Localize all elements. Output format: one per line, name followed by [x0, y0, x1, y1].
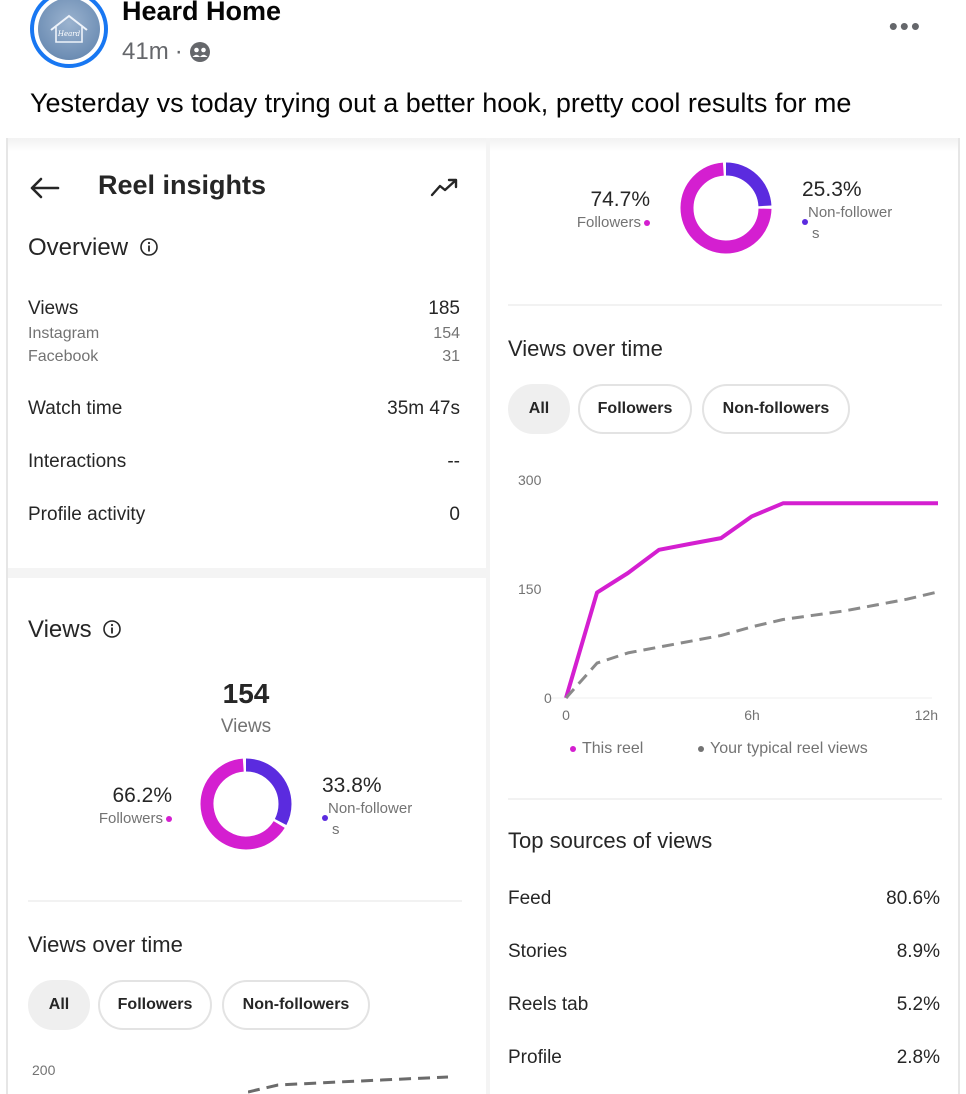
- series-line-typical: [564, 590, 939, 699]
- watch-time-value: 35m 47s: [387, 398, 460, 419]
- source-stories-value: 8.9%: [896, 941, 940, 962]
- house-logo-icon: Heard: [38, 0, 100, 60]
- facebook-label: Facebook: [28, 348, 99, 365]
- filter-non-followers-right[interactable]: Non-followers: [702, 384, 850, 434]
- source-profile-value: 2.8%: [896, 1047, 940, 1068]
- views-label: Views: [28, 298, 79, 319]
- section-divider: [8, 568, 486, 578]
- instagram-label: Instagram: [28, 325, 100, 342]
- interactions-value: --: [447, 451, 460, 472]
- source-profile-label: Profile: [508, 1047, 562, 1068]
- followers-dot: [166, 816, 172, 823]
- info-icon[interactable]: [139, 237, 159, 257]
- followers-legend: Followers: [68, 810, 172, 827]
- chart-legend-typical: Your typical reel views: [698, 740, 868, 758]
- source-reels-tab-label: Reels tab: [508, 994, 589, 1015]
- profile-activity-label: Profile activity: [28, 504, 146, 525]
- followers-percent: 66.2%: [112, 784, 172, 807]
- trending-up-icon[interactable]: [430, 176, 460, 198]
- column-divider: [486, 138, 490, 1094]
- typical-dot: [698, 746, 704, 753]
- friends-icon: [189, 42, 210, 62]
- x-tick-label: 6h: [744, 707, 760, 723]
- non-followers-legend: Non-follower s: [322, 800, 412, 838]
- more-options-button[interactable]: •••: [889, 13, 922, 39]
- top-sources-title: Top sources of views: [508, 828, 713, 853]
- non-followers-legend-text: Non-follower: [328, 800, 413, 817]
- svg-text:Heard: Heard: [57, 30, 81, 38]
- filter-all-left[interactable]: All: [28, 980, 90, 1030]
- post-header: Heard Heard Home 41m · •••: [0, 0, 966, 82]
- x-tick-label: 0: [562, 707, 570, 723]
- y-tick-label: 0: [544, 690, 552, 706]
- post-time[interactable]: 41m: [122, 38, 169, 66]
- followers-legend-text-right: Followers: [576, 214, 641, 231]
- views-over-time-title-right: Views over time: [508, 336, 663, 361]
- filter-followers-left[interactable]: Followers: [98, 980, 212, 1030]
- followers-legend-right: Followers: [546, 214, 650, 231]
- post-text: Yesterday vs today trying out a better h…: [30, 88, 852, 118]
- y-tick-label: 300: [518, 472, 542, 488]
- watch-time-label: Watch time: [28, 398, 123, 419]
- reel-insights-title: Reel insights: [98, 170, 267, 200]
- interactions-label: Interactions: [28, 451, 127, 472]
- divider: [508, 798, 942, 800]
- instagram-value: 154: [433, 325, 460, 342]
- overview-title-text: Overview: [28, 234, 129, 261]
- info-icon[interactable]: [102, 619, 122, 639]
- top-fade: [8, 138, 958, 152]
- non-followers-percent-right: 25.3%: [802, 178, 862, 201]
- divider: [28, 900, 462, 902]
- chart-legend-this-reel: This reel: [570, 740, 643, 758]
- x-tick-label: 12h: [915, 707, 938, 723]
- arrow-left-icon[interactable]: [28, 176, 60, 200]
- views-section-title-text: Views: [28, 616, 92, 643]
- divider: [508, 304, 942, 306]
- non-followers-legend-right: Non-follower s: [802, 204, 892, 242]
- followers-donut-right: [680, 162, 772, 254]
- typical-legend-text: Your typical reel views: [710, 740, 868, 757]
- source-feed-label: Feed: [508, 888, 552, 909]
- views-over-time-chart: 0 150 300 0 6h 12h: [518, 472, 939, 723]
- page-name[interactable]: Heard Home: [122, 0, 281, 27]
- this-reel-dot: [570, 746, 576, 753]
- non-followers-legend-text-cont-right: s: [812, 225, 820, 242]
- overview-title: Overview: [28, 234, 159, 262]
- followers-legend-text: Followers: [98, 810, 163, 827]
- views-total: 154: [222, 678, 270, 709]
- filter-non-followers-left[interactable]: Non-followers: [222, 980, 370, 1030]
- followers-dot-right: [644, 220, 650, 227]
- source-feed-value: 80.6%: [886, 888, 940, 909]
- views-donut: [200, 758, 292, 850]
- filter-followers-right[interactable]: Followers: [578, 384, 692, 434]
- non-followers-percent: 33.8%: [322, 774, 382, 797]
- views-value: 185: [428, 298, 460, 319]
- views-over-time-title-left: Views over time: [28, 932, 183, 957]
- filter-all-right[interactable]: All: [508, 384, 570, 434]
- post-meta: 41m ·: [122, 38, 211, 66]
- followers-percent-right: 74.7%: [590, 188, 650, 211]
- y-tick-label: 150: [518, 581, 542, 597]
- source-stories-label: Stories: [508, 941, 568, 962]
- series-line-this-reel: [564, 501, 938, 699]
- non-followers-legend-text-cont: s: [332, 821, 340, 838]
- insights-screenshot: Reel insights Overview Views 185 Instagr…: [6, 138, 960, 1094]
- typical-views-line-left: [248, 1075, 449, 1094]
- views-section-title: Views: [28, 616, 122, 644]
- source-reels-tab-value: 5.2%: [896, 994, 940, 1015]
- facebook-value: 31: [442, 348, 460, 365]
- this-reel-legend-text: This reel: [582, 740, 644, 757]
- non-followers-legend-text-right: Non-follower: [808, 204, 893, 221]
- profile-activity-value: 0: [449, 504, 460, 525]
- page-avatar[interactable]: Heard: [30, 0, 108, 68]
- views-total-label: Views: [220, 716, 272, 737]
- meta-separator: ·: [174, 38, 183, 65]
- y-axis-top-tick-left: 200: [32, 1062, 56, 1078]
